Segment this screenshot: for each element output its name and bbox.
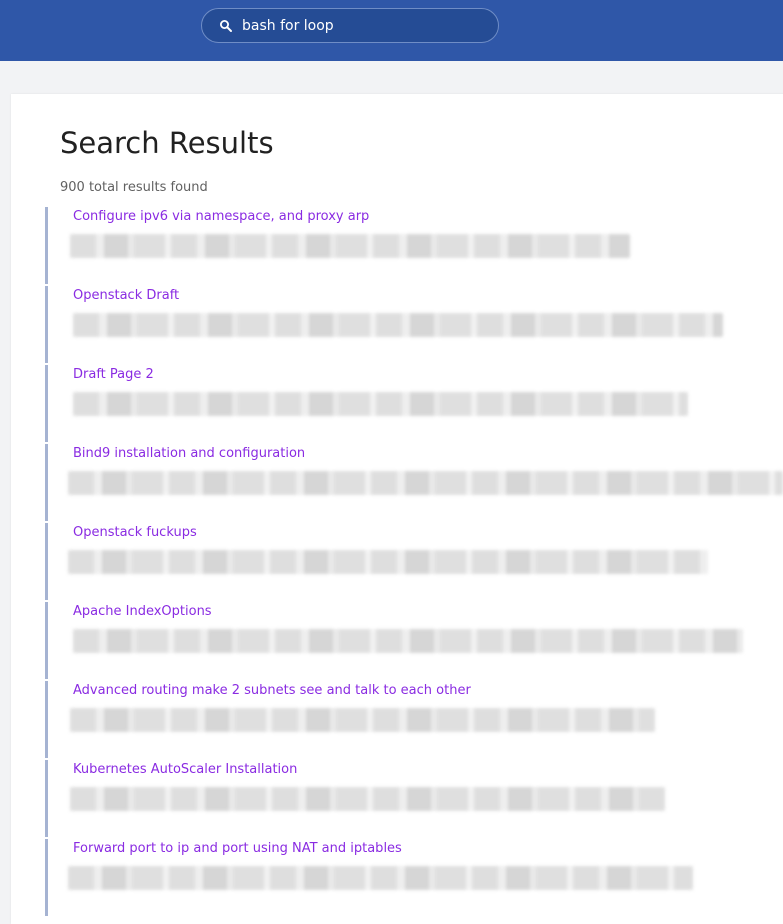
result-snippet [68, 550, 708, 574]
result-title-link[interactable]: Draft Page 2 [73, 367, 154, 382]
result-item: Openstack fuckups [45, 523, 783, 600]
result-item: Draft Page 2 [45, 365, 783, 442]
results-list: Configure ipv6 via namespace, and proxy … [45, 207, 783, 918]
result-title-link[interactable]: Openstack Draft [73, 288, 179, 303]
result-snippet [73, 313, 723, 337]
result-item: Bind9 installation and configuration [45, 444, 783, 521]
result-snippet [70, 234, 630, 258]
result-title-link[interactable]: Apache IndexOptions [73, 604, 212, 619]
result-snippet [70, 708, 655, 732]
result-snippet [70, 787, 665, 811]
search-icon [220, 20, 232, 32]
result-title-link[interactable]: Configure ipv6 via namespace, and proxy … [73, 209, 369, 224]
search-input[interactable] [242, 9, 482, 42]
top-bar [0, 0, 783, 61]
result-title-link[interactable]: Openstack fuckups [73, 525, 197, 540]
result-item: Forward port to ip and port using NAT an… [45, 839, 783, 916]
result-item: Configure ipv6 via namespace, and proxy … [45, 207, 783, 284]
search-bar[interactable] [201, 8, 499, 43]
result-title-link[interactable]: Kubernetes AutoScaler Installation [73, 762, 297, 777]
result-item: Apache IndexOptions [45, 602, 783, 679]
result-title-link[interactable]: Bind9 installation and configuration [73, 446, 305, 461]
result-item: Kubernetes AutoScaler Installation [45, 760, 783, 837]
result-title-link[interactable]: Forward port to ip and port using NAT an… [73, 841, 402, 856]
result-count: 900 total results found [60, 180, 208, 195]
result-snippet [73, 392, 688, 416]
result-item: Openstack Draft [45, 286, 783, 363]
page-title: Search Results [60, 126, 274, 160]
result-snippet [73, 629, 743, 653]
result-title-link[interactable]: Advanced routing make 2 subnets see and … [73, 683, 471, 698]
result-snippet [68, 471, 783, 495]
result-snippet [68, 866, 693, 890]
result-item: Advanced routing make 2 subnets see and … [45, 681, 783, 758]
